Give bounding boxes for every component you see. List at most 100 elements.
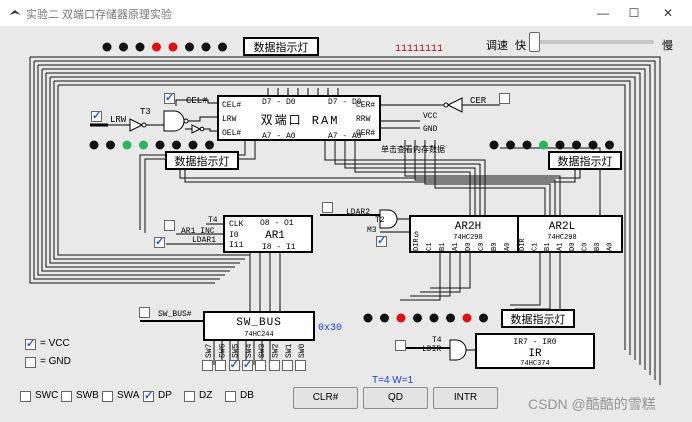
control-checkbox-db[interactable] <box>225 391 236 402</box>
ram-pin-lrw: LRW <box>222 115 237 124</box>
indicator-light <box>218 42 227 52</box>
indicator-light <box>155 140 165 150</box>
control-checkbox-label: SWB <box>76 390 99 401</box>
indicator-light <box>139 140 148 150</box>
ar1-inc-label: AR1_INC <box>181 227 215 236</box>
clr-button[interactable]: CLR# <box>293 387 358 409</box>
sw-bus-value: 0x30 <box>318 323 342 334</box>
switch-label: SW2 <box>272 343 281 358</box>
sw-bus-checkbox[interactable] <box>139 307 150 318</box>
switch-checkbox[interactable] <box>215 360 227 371</box>
switch-checkbox[interactable] <box>295 360 307 371</box>
gnd-legend-label: = GND <box>40 356 71 367</box>
qd-button[interactable]: QD <box>363 387 428 409</box>
t3-label: T3 <box>140 107 151 117</box>
indicator-light <box>152 42 161 52</box>
control-checkbox-label: SWC <box>35 390 59 401</box>
ar1-name: AR1 <box>265 230 285 242</box>
chip-pin-label: A1 <box>557 243 565 251</box>
intr-button[interactable]: INTR <box>433 387 498 409</box>
indicator-light <box>172 140 181 150</box>
gnd-legend-checkbox <box>25 357 36 368</box>
chip-pin-label: C0 <box>478 243 486 251</box>
ar1-bus-top: O8 - O1 <box>260 219 294 228</box>
chip-pin-label: B1 <box>544 243 552 251</box>
chip-pin-label: B0 <box>594 243 602 251</box>
cer-buffer <box>446 97 463 113</box>
lrw-label: LRW <box>110 115 127 125</box>
lrw-checkbox[interactable] <box>91 109 102 122</box>
indicator-lights-top-left <box>102 42 227 52</box>
ldar1-checkbox[interactable] <box>154 235 165 248</box>
indicator-light <box>201 42 211 52</box>
ldar2-checkbox[interactable] <box>322 202 333 213</box>
ar2l-chip-label: 74HC298 <box>547 234 576 242</box>
switch-checkbox[interactable] <box>228 358 240 371</box>
ram-pin-rrw: RRW <box>356 115 371 124</box>
cel-label: CEL# <box>186 96 208 106</box>
speed-slider-track[interactable] <box>532 40 654 44</box>
indicator-light <box>605 140 614 150</box>
indicator-light <box>506 140 515 150</box>
control-checkbox-dp[interactable] <box>143 389 154 402</box>
indicator-light <box>396 313 406 323</box>
sw-bus-label: SW_BUS# <box>158 310 192 319</box>
chip-pin-label: A0 <box>504 243 512 251</box>
switch-label: SW7 <box>205 343 214 358</box>
ir-chip-label: 74HC374 <box>520 360 549 368</box>
m3-checkbox[interactable] <box>376 234 387 247</box>
indicator-light <box>168 42 178 52</box>
ar1-pin-i0: I0 <box>229 231 239 240</box>
chip-pin-label: A1 <box>452 243 460 251</box>
minimize-button[interactable]: — <box>589 3 617 23</box>
close-button[interactable]: ✕ <box>654 3 682 23</box>
sw-bus-chip-label: 74HC244 <box>244 331 273 339</box>
vcc-legend-label: = VCC <box>40 338 70 349</box>
display-label-right: 数据指示灯 <box>558 154 613 168</box>
switch-label: SW3 <box>258 343 267 358</box>
cer-checkbox[interactable] <box>499 93 510 104</box>
control-checkbox-dz[interactable] <box>184 391 195 402</box>
ir-t4-label: T4 <box>432 336 442 345</box>
indicator-light <box>122 140 132 150</box>
control-checkbox-swa[interactable] <box>102 391 113 402</box>
title-bar: 实验二 双端口存储器原理实验 — ☐ ✕ <box>0 0 692 27</box>
maximize-button[interactable]: ☐ <box>620 3 648 23</box>
window-title: 实验二 双端口存储器原理实验 <box>26 9 173 21</box>
switch-checkbox[interactable] <box>202 360 213 371</box>
ram-title: 双端口 RAM <box>261 113 340 128</box>
ar1-pin-clk: CLK <box>229 220 244 229</box>
ldir-checkbox[interactable] <box>395 340 406 351</box>
switch-checkbox[interactable] <box>255 360 267 371</box>
chip-pin-label: C0 <box>582 243 590 251</box>
cel-checkbox[interactable] <box>164 91 175 104</box>
indicator-light <box>489 140 499 150</box>
indicator-light <box>102 42 112 52</box>
ram-bus-bot-left: A7 - A0 <box>262 132 296 141</box>
ram-hint[interactable]: 单击查看内存数据 <box>381 144 445 154</box>
top-value: 11111111 <box>395 44 443 55</box>
switch-label: SW6 <box>218 343 227 358</box>
ir-bus: IR7 - IR0 <box>513 338 556 347</box>
indicator-light <box>205 140 214 150</box>
ar2h-name: AR2H <box>455 221 481 233</box>
control-checkbox-swb[interactable] <box>61 391 72 402</box>
and-gate-t3 <box>163 110 185 132</box>
switch-checkbox[interactable] <box>241 358 253 371</box>
switch-checkbox[interactable] <box>281 360 293 371</box>
switch-label: SW4 <box>245 343 254 358</box>
t2-label: T2 <box>375 216 385 225</box>
indicator-light <box>572 140 581 150</box>
app-icon <box>9 10 21 15</box>
ar1-inc-checkbox[interactable] <box>164 220 175 231</box>
speed-slider-thumb[interactable] <box>529 32 540 52</box>
chip-pin-label: DIR <box>519 238 527 251</box>
chip-pin-label: DIR <box>413 238 421 251</box>
gnd-label: GND <box>423 125 438 134</box>
chip-pin-label: D0 <box>569 243 577 251</box>
control-checkbox-swc[interactable] <box>20 391 31 402</box>
indicator-light <box>462 313 472 323</box>
switch-checkbox[interactable] <box>268 360 280 371</box>
switch-labels: SW7 SW6 SW5 SW4 SW3 SW2 SW1 SW0 <box>205 343 307 358</box>
sw-bus-name: SW_BUS <box>236 317 282 329</box>
